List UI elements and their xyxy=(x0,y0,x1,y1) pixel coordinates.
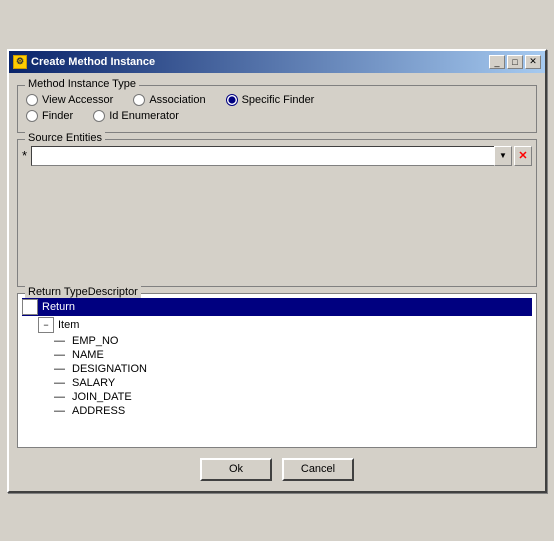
source-entities-border: * ▼ ✕ xyxy=(17,139,537,287)
radio-id-enumerator[interactable]: Id Enumerator xyxy=(93,110,179,122)
radio-view-accessor-label: View Accessor xyxy=(42,94,113,106)
name-label: NAME xyxy=(70,349,106,361)
dropdown-arrow-icon: ▼ xyxy=(499,151,507,160)
address-label: ADDRESS xyxy=(70,405,127,417)
window-title: Create Method Instance xyxy=(31,56,155,68)
return-type-group: Return TypeDescriptor − Return − Item xyxy=(17,293,537,448)
designation-line: — xyxy=(54,363,70,375)
designation-label: DESIGNATION xyxy=(70,363,149,375)
main-window: ⚙ Create Method Instance _ □ ✕ Method In… xyxy=(7,49,547,493)
source-entities-label: Source Entities xyxy=(25,132,105,144)
minimize-button[interactable]: _ xyxy=(489,55,505,69)
radio-specific-finder[interactable]: Specific Finder xyxy=(226,94,315,106)
radio-row-1: View Accessor Association Specific Finde… xyxy=(26,94,528,110)
cancel-button[interactable]: Cancel xyxy=(282,458,354,481)
tree-node-designation[interactable]: — DESIGNATION xyxy=(22,362,532,376)
source-row: * ▼ ✕ xyxy=(22,146,532,168)
bottom-buttons: Ok Cancel xyxy=(17,454,537,483)
tree-node-join-date[interactable]: — JOIN_DATE xyxy=(22,390,532,404)
join-date-label: JOIN_DATE xyxy=(70,391,134,403)
emp-no-label: EMP_NO xyxy=(70,335,120,347)
radio-row-2: Finder Id Enumerator xyxy=(26,110,528,126)
ok-button[interactable]: Ok xyxy=(200,458,272,481)
return-label: Return xyxy=(40,301,77,313)
title-bar: ⚙ Create Method Instance _ □ ✕ xyxy=(9,51,545,73)
radio-finder-label: Finder xyxy=(42,110,73,122)
tree-node-return[interactable]: − Return xyxy=(22,298,532,316)
source-entities-group: Source Entities * ▼ ✕ xyxy=(17,139,537,287)
title-buttons: _ □ ✕ xyxy=(489,55,541,69)
tree-container: − Return − Item — EMP_NO xyxy=(22,298,532,418)
return-type-label: Return TypeDescriptor xyxy=(25,286,141,298)
salary-line: — xyxy=(54,377,70,389)
source-input[interactable] xyxy=(31,146,512,166)
title-bar-left: ⚙ Create Method Instance xyxy=(13,55,155,69)
window-icon: ⚙ xyxy=(13,55,27,69)
item-label: Item xyxy=(56,319,81,331)
join-date-line: — xyxy=(54,391,70,403)
dropdown-button[interactable]: ▼ xyxy=(494,146,512,166)
radio-specific-finder-label: Specific Finder xyxy=(242,94,315,106)
radio-id-enumerator-label: Id Enumerator xyxy=(109,110,179,122)
close-button[interactable]: ✕ xyxy=(525,55,541,69)
radio-specific-finder-input[interactable] xyxy=(226,94,238,106)
name-line: — xyxy=(54,349,70,361)
radio-view-accessor-input[interactable] xyxy=(26,94,38,106)
method-instance-type-group: Method Instance Type View Accessor Assoc… xyxy=(17,85,537,133)
radio-view-accessor[interactable]: View Accessor xyxy=(26,94,113,106)
method-instance-type-border: View Accessor Association Specific Finde… xyxy=(17,85,537,133)
return-expander[interactable]: − xyxy=(22,299,38,315)
radio-finder-input[interactable] xyxy=(26,110,38,122)
radio-finder[interactable]: Finder xyxy=(26,110,73,122)
tree-node-item[interactable]: − Item xyxy=(22,316,532,334)
radio-association-input[interactable] xyxy=(133,94,145,106)
tree-node-name[interactable]: — NAME xyxy=(22,348,532,362)
item-expander[interactable]: − xyxy=(38,317,54,333)
return-type-border: − Return − Item — EMP_NO xyxy=(17,293,537,448)
method-instance-type-label: Method Instance Type xyxy=(25,78,139,90)
radio-id-enumerator-input[interactable] xyxy=(93,110,105,122)
radio-association-label: Association xyxy=(149,94,205,106)
address-line: — xyxy=(54,405,70,417)
maximize-button[interactable]: □ xyxy=(507,55,523,69)
star-indicator: * xyxy=(22,146,29,166)
tree-node-emp-no[interactable]: — EMP_NO xyxy=(22,334,532,348)
source-input-wrapper: ▼ xyxy=(31,146,512,166)
delete-icon: ✕ xyxy=(518,149,527,162)
salary-label: SALARY xyxy=(70,377,117,389)
tree-node-salary[interactable]: — SALARY xyxy=(22,376,532,390)
window-content: Method Instance Type View Accessor Assoc… xyxy=(9,73,545,491)
radio-association[interactable]: Association xyxy=(133,94,205,106)
delete-button[interactable]: ✕ xyxy=(514,146,532,166)
emp-no-line: — xyxy=(54,335,70,347)
tree-node-address[interactable]: — ADDRESS xyxy=(22,404,532,418)
